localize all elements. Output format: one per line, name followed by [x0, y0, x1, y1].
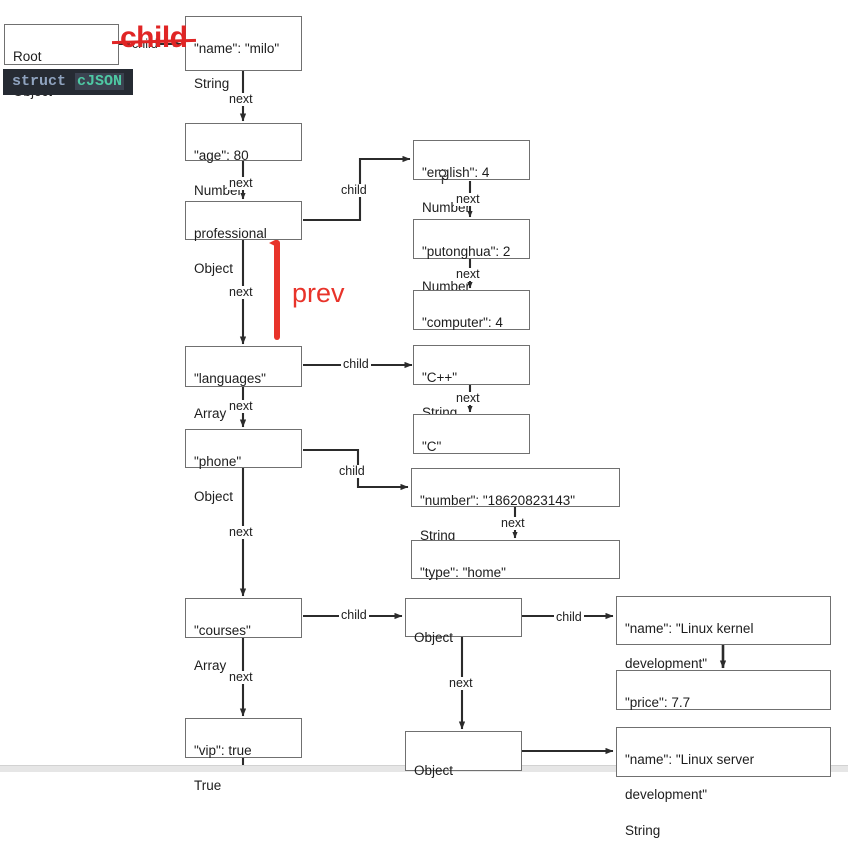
edge-label-next-courses: next — [227, 670, 255, 684]
node-professional[interactable]: professional Object — [185, 201, 302, 276]
edge-label-next-name: next — [227, 92, 255, 106]
edge-label-next-languages: next — [227, 399, 255, 413]
edge-label-next-english: next — [454, 192, 482, 206]
node-kernel-name-line1: "name": "Linux kernel — [625, 620, 754, 636]
node-vip[interactable]: "vip": true True — [185, 718, 302, 793]
node-cpp-line1: "C++" — [422, 369, 458, 385]
annotation-child-crossed-out: child — [111, 21, 197, 54]
node-vip-line1: "vip": true — [194, 742, 252, 758]
edge-label-next-course1: next — [447, 676, 475, 690]
node-number[interactable]: "number": "18620823143" String — [411, 468, 620, 543]
node-server-name-line1: "name": "Linux server — [625, 751, 755, 767]
node-age[interactable]: "age": 80 Number — [185, 123, 302, 198]
node-course-object-2[interactable]: Object — [405, 731, 522, 778]
node-courses[interactable]: "courses" Array — [185, 598, 302, 673]
edge-label-child-course1: child — [554, 610, 584, 624]
node-courses-line1: "courses" — [194, 622, 251, 638]
node-server-name[interactable]: "name": "Linux server development" Strin… — [616, 727, 831, 838]
node-server-name-line3: String — [625, 823, 661, 839]
node-age-line1: "age": 80 — [194, 147, 249, 163]
edge-label-next-phone: next — [227, 525, 255, 539]
node-server-name-line2: development" — [625, 787, 708, 803]
node-name-line2: String — [194, 76, 230, 92]
badge-keyword: struct — [12, 73, 67, 90]
node-phone[interactable]: "phone" Object — [185, 429, 302, 504]
node-type[interactable]: "type": "home" String — [411, 540, 620, 615]
node-putonghua-line1: "putonghua": 2 — [422, 243, 511, 259]
node-c-line1: "C" — [422, 438, 442, 454]
edge-label-next-age: next — [227, 176, 255, 190]
edge-label-next-putonghua: next — [454, 267, 482, 281]
edge-label-child-phone: child — [337, 464, 367, 478]
edge-label-child-professional: child — [339, 183, 369, 197]
node-number-line1: "number": "18620823143" — [420, 492, 576, 508]
node-professional-line2: Object — [194, 261, 234, 277]
diagram-canvas: Root Object "name": "milo" String "age":… — [0, 0, 848, 838]
node-phone-line2: Object — [194, 489, 234, 505]
node-phone-line1: "phone" — [194, 453, 242, 469]
node-c[interactable]: "C" String — [413, 414, 530, 489]
annotation-prev: prev — [292, 278, 345, 308]
node-name[interactable]: "name": "milo" String — [185, 16, 302, 91]
badge-identifier: cJSON — [75, 73, 125, 90]
node-putonghua[interactable]: "putonghua": 2 Number — [413, 219, 530, 294]
node-kernel-name[interactable]: "name": "Linux kernel development" Strin… — [616, 596, 831, 707]
struct-cjson-badge: struct cJSON — [3, 69, 134, 95]
node-languages[interactable]: "languages" Array — [185, 346, 302, 421]
node-languages-line1: "languages" — [194, 370, 266, 386]
node-name-line1: "name": "milo" — [194, 40, 280, 56]
edge-label-child-courses: child — [339, 608, 369, 622]
edge-label-next-professional: next — [227, 285, 255, 299]
node-type-line1: "type": "home" — [420, 564, 506, 580]
edge-label-next-number: next — [499, 516, 527, 530]
node-course-object-1[interactable]: Object — [405, 598, 522, 645]
node-computer[interactable]: "computer": 4 Number — [413, 290, 530, 365]
edge-label-child-languages: child — [341, 357, 371, 371]
node-computer-line1: "computer": 4 — [422, 314, 503, 330]
edge-label-next-cpp: next — [454, 391, 482, 405]
node-root-line1: Root — [13, 48, 42, 64]
node-price[interactable]: "price": 7.7 Number — [616, 670, 831, 745]
annotation-child-text: child — [120, 21, 188, 54]
node-cpp[interactable]: "C++" String — [413, 345, 530, 420]
node-professional-line1: professional — [194, 225, 267, 241]
node-price-line1: "price": 7.7 — [625, 694, 691, 710]
text-cursor-icon — [438, 169, 447, 184]
node-root[interactable]: Root Object — [4, 24, 119, 99]
node-english[interactable]: "english": 4 Number — [413, 140, 530, 215]
node-course-object-1-label: Object — [414, 629, 454, 645]
node-vip-line2: True — [194, 778, 222, 794]
